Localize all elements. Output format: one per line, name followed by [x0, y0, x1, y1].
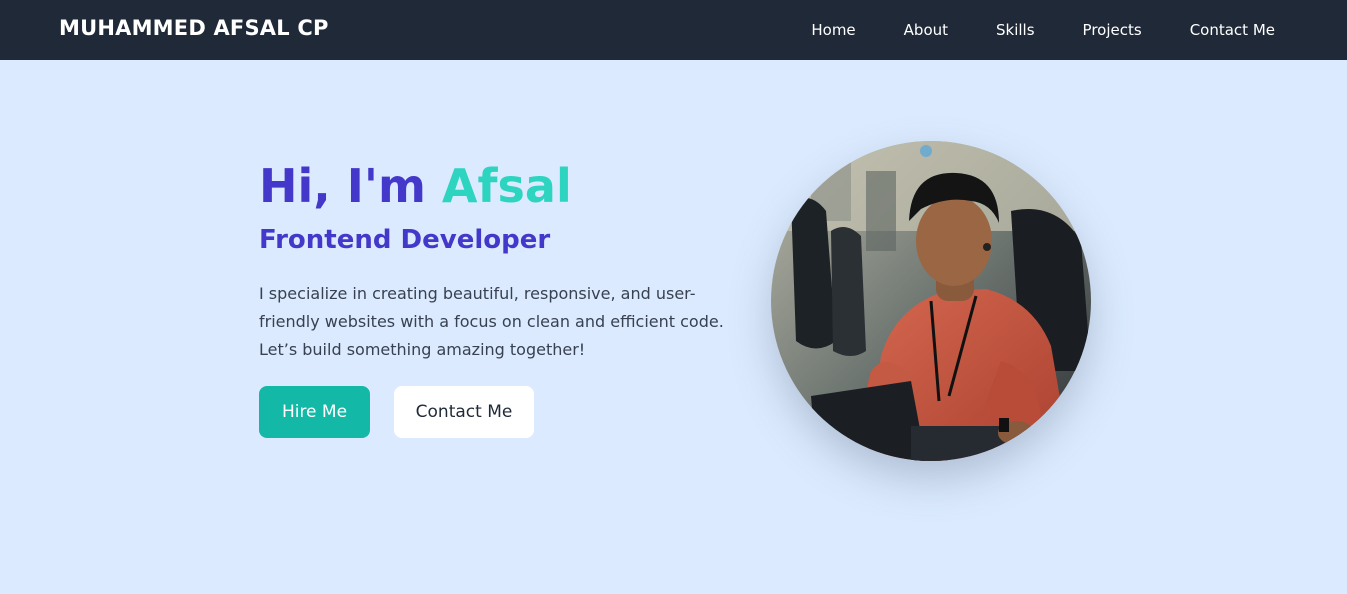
- nav-link-contact[interactable]: Contact Me: [1190, 21, 1275, 39]
- brand-logo[interactable]: MUHAMMED AFSAL CP: [59, 16, 329, 40]
- profile-photo: [771, 141, 1091, 461]
- nav-link-home[interactable]: Home: [811, 21, 855, 39]
- hire-me-button[interactable]: Hire Me: [259, 386, 370, 438]
- nav-link-skills[interactable]: Skills: [996, 21, 1035, 39]
- hero-description: I specialize in creating beautiful, resp…: [259, 284, 724, 359]
- nav-link-about[interactable]: About: [904, 21, 948, 39]
- profile-photo-illustration: [771, 141, 1091, 461]
- hero-title: Hi, I'm Afsal: [259, 158, 759, 214]
- navbar: MUHAMMED AFSAL CP Home About Skills Proj…: [0, 0, 1347, 60]
- hero-role: Frontend Developer: [259, 225, 551, 255]
- hero-name: Afsal: [441, 159, 572, 213]
- hero-buttons: Hire Me Contact Me: [259, 386, 759, 438]
- hero-greeting: Hi, I'm: [259, 159, 426, 213]
- nav-links: Home About Skills Projects Contact Me: [811, 0, 1275, 60]
- contact-me-button[interactable]: Contact Me: [394, 386, 534, 438]
- hero-section: Hi, I'm Afsal Frontend Developer I speci…: [0, 60, 1347, 594]
- nav-link-projects[interactable]: Projects: [1083, 21, 1142, 39]
- hero-text: Hi, I'm Afsal Frontend Developer I speci…: [259, 158, 759, 438]
